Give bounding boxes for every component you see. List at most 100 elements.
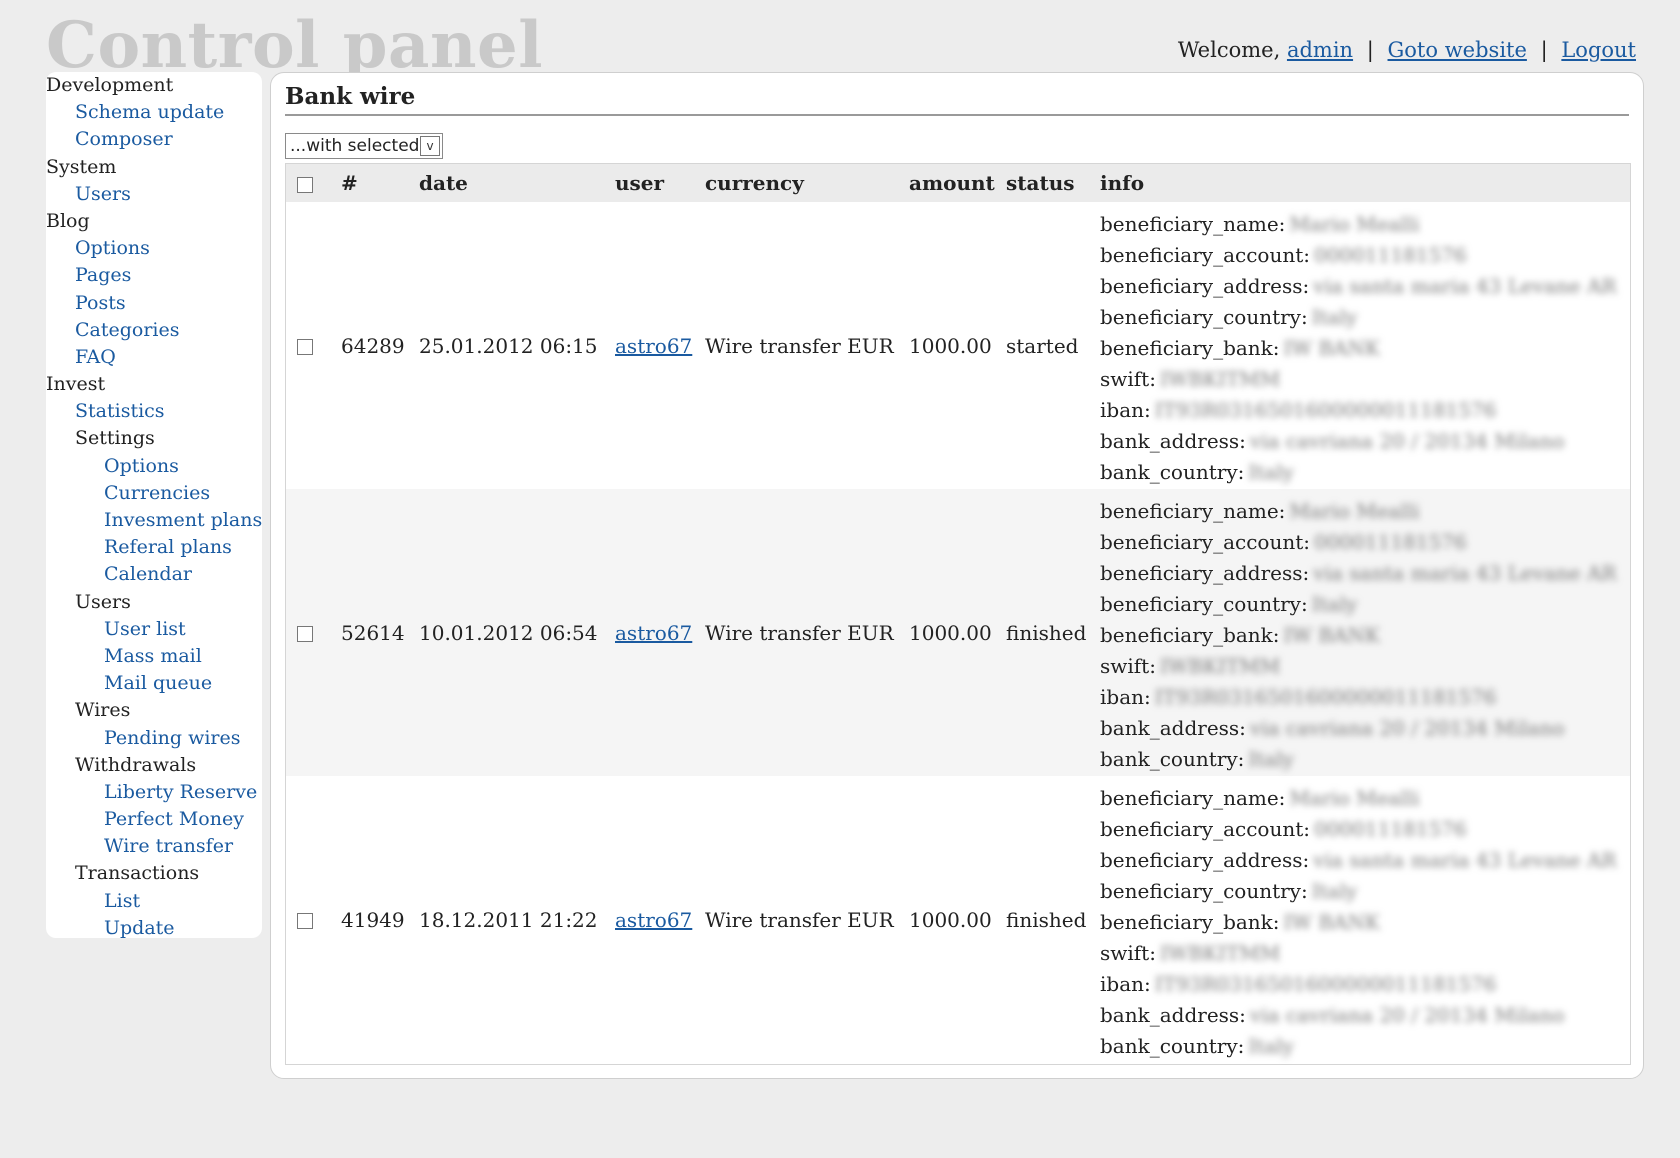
sidebar-item-faq[interactable]: FAQ <box>46 344 262 371</box>
info-value-redacted: via santa maria 43 Levane AR <box>1313 848 1617 872</box>
sidebar-item-mass-mail-link[interactable]: Mass mail <box>104 645 202 667</box>
row-checkbox[interactable] <box>297 913 313 929</box>
user-link[interactable]: astro67 <box>615 334 692 358</box>
user-link[interactable]: astro67 <box>615 621 692 645</box>
sidebar-item-posts-link[interactable]: Posts <box>75 292 126 314</box>
sidebar-item-calendar-link[interactable]: Calendar <box>104 563 192 585</box>
info-value-redacted: IWBKITMM <box>1159 941 1281 965</box>
bulk-action-select[interactable]: ...with selected v <box>285 133 443 159</box>
info-field: bank_address: via cavriana 20 / 20134 Mil… <box>1100 1000 1630 1031</box>
row-checkbox[interactable] <box>297 626 313 642</box>
sidebar-item-schema-update[interactable]: Schema update <box>46 99 262 126</box>
sidebar-item-options[interactable]: Options <box>46 453 262 480</box>
info-key: iban: <box>1100 398 1151 422</box>
info-value-redacted: IW BANK <box>1283 910 1380 934</box>
sidebar-item-invesment-plans-link[interactable]: Invesment plans <box>104 509 262 531</box>
info-key: bank_country: <box>1100 747 1245 771</box>
sidebar-item-user-list-link[interactable]: User list <box>104 618 186 640</box>
info-key: beneficiary_account: <box>1100 817 1310 841</box>
info-value-redacted: Italy <box>1311 879 1358 903</box>
cell-info: beneficiary_name: Mario Mealli beneficiary… <box>1100 489 1630 776</box>
cell-user: astro67 <box>615 776 705 1063</box>
cell-currency: Wire transfer EUR <box>705 333 894 358</box>
sidebar-item-list[interactable]: List <box>46 888 262 915</box>
sidebar-item-user-list[interactable]: User list <box>46 616 262 643</box>
sidebar-item-update-link[interactable]: Update <box>104 917 175 939</box>
info-field: bank_country: Italy <box>1100 457 1630 488</box>
col-status[interactable]: status <box>1006 164 1100 202</box>
info-key: bank_address: <box>1100 1003 1246 1027</box>
info-value-redacted: via santa maria 43 Levane AR <box>1313 561 1617 585</box>
info-value-redacted: 000011181576 <box>1313 530 1467 554</box>
sidebar-item-referal-plans[interactable]: Referal plans <box>46 534 262 561</box>
sidebar-item-liberty-reserve-link[interactable]: Liberty Reserve <box>104 781 257 803</box>
info-value-redacted: Italy <box>1311 305 1358 329</box>
logout-link[interactable]: Logout <box>1561 38 1636 62</box>
info-key: beneficiary_account: <box>1100 243 1310 267</box>
cell-status: started <box>1006 333 1079 358</box>
sidebar-item-options-link[interactable]: Options <box>75 237 150 259</box>
sidebar-item-faq-link[interactable]: FAQ <box>75 346 116 368</box>
sidebar-item-categories-link[interactable]: Categories <box>75 319 180 341</box>
info-key: beneficiary_bank: <box>1100 623 1280 647</box>
info-field: bank_country: Italy <box>1100 1031 1630 1062</box>
sidebar-item-update[interactable]: Update <box>46 915 262 942</box>
sidebar-item-pending-wires[interactable]: Pending wires <box>46 725 262 752</box>
info-field: bank_address: via cavriana 20 / 20134 Mil… <box>1100 713 1630 744</box>
sidebar-item-mail-queue[interactable]: Mail queue <box>46 670 262 697</box>
sidebar-item-users-link[interactable]: Users <box>75 183 131 205</box>
sidebar-item-mass-mail[interactable]: Mass mail <box>46 643 262 670</box>
sidebar-item-pages[interactable]: Pages <box>46 262 262 289</box>
sidebar-item-list-link[interactable]: List <box>104 890 140 912</box>
sidebar-item-categories[interactable]: Categories <box>46 317 262 344</box>
sidebar-item-statistics[interactable]: Statistics <box>46 398 262 425</box>
cell-status: finished <box>1006 907 1087 932</box>
sidebar-item-options[interactable]: Options <box>46 235 262 262</box>
sidebar-item-posts[interactable]: Posts <box>46 290 262 317</box>
sidebar-item-wire-transfer-link[interactable]: Wire transfer <box>104 835 233 857</box>
sidebar-item-pending-wires-link[interactable]: Pending wires <box>104 727 241 749</box>
wires-table: # date user currency amount status info … <box>285 163 1631 1065</box>
col-info: info <box>1100 171 1145 195</box>
row-select-cell <box>286 489 341 776</box>
info-key: beneficiary_name: <box>1100 212 1286 236</box>
sidebar-item-perfect-money[interactable]: Perfect Money <box>46 806 262 833</box>
row-checkbox[interactable] <box>297 339 313 355</box>
goto-website-link[interactable]: Goto website <box>1388 38 1527 62</box>
sidebar-item-mail-queue-link[interactable]: Mail queue <box>104 672 212 694</box>
user-link[interactable]: astro67 <box>615 908 692 932</box>
info-key: beneficiary_country: <box>1100 879 1308 903</box>
sidebar-item-composer-link[interactable]: Composer <box>75 128 173 150</box>
col-amount[interactable]: amount <box>909 164 1006 202</box>
admin-link[interactable]: admin <box>1287 38 1353 62</box>
sidebar-item-referal-plans-link[interactable]: Referal plans <box>104 536 232 558</box>
col-user[interactable]: user <box>615 164 705 202</box>
sidebar-item-pages-link[interactable]: Pages <box>75 264 131 286</box>
info-key: beneficiary_account: <box>1100 530 1310 554</box>
sidebar-item-currencies-link[interactable]: Currencies <box>104 482 210 504</box>
sidebar-item-calendar[interactable]: Calendar <box>46 561 262 588</box>
col-date[interactable]: date <box>419 164 615 202</box>
info-key: beneficiary_address: <box>1100 274 1310 298</box>
info-field: beneficiary_address: via santa maria 43 L… <box>1100 271 1630 302</box>
sidebar-item-composer[interactable]: Composer <box>46 126 262 153</box>
sidebar-subgroup-wires: Wires <box>75 699 131 722</box>
sidebar-item-options-link[interactable]: Options <box>104 455 179 477</box>
welcome-text: Welcome, <box>1177 38 1281 62</box>
col-id[interactable]: # <box>341 164 419 202</box>
sidebar-item-statistics-link[interactable]: Statistics <box>75 400 165 422</box>
info-key: iban: <box>1100 972 1151 996</box>
sidebar-item-perfect-money-link[interactable]: Perfect Money <box>104 808 244 830</box>
select-all-checkbox[interactable] <box>297 176 313 193</box>
info-key: beneficiary_address: <box>1100 561 1310 585</box>
info-field: bank_country: Italy <box>1100 744 1630 775</box>
col-currency[interactable]: currency <box>705 164 909 202</box>
sidebar-item-users[interactable]: Users <box>46 181 262 208</box>
sidebar-item-schema-update-link[interactable]: Schema update <box>75 101 224 123</box>
sidebar-item-invesment-plans[interactable]: Invesment plans <box>46 507 262 534</box>
sidebar-item-currencies[interactable]: Currencies <box>46 480 262 507</box>
sidebar-item-wire-transfer[interactable]: Wire transfer <box>46 833 262 860</box>
sidebar-subgroup-withdrawals: Withdrawals <box>75 753 197 776</box>
sidebar-item-liberty-reserve[interactable]: Liberty Reserve <box>46 779 262 806</box>
chevron-down-icon[interactable]: v <box>420 136 440 156</box>
